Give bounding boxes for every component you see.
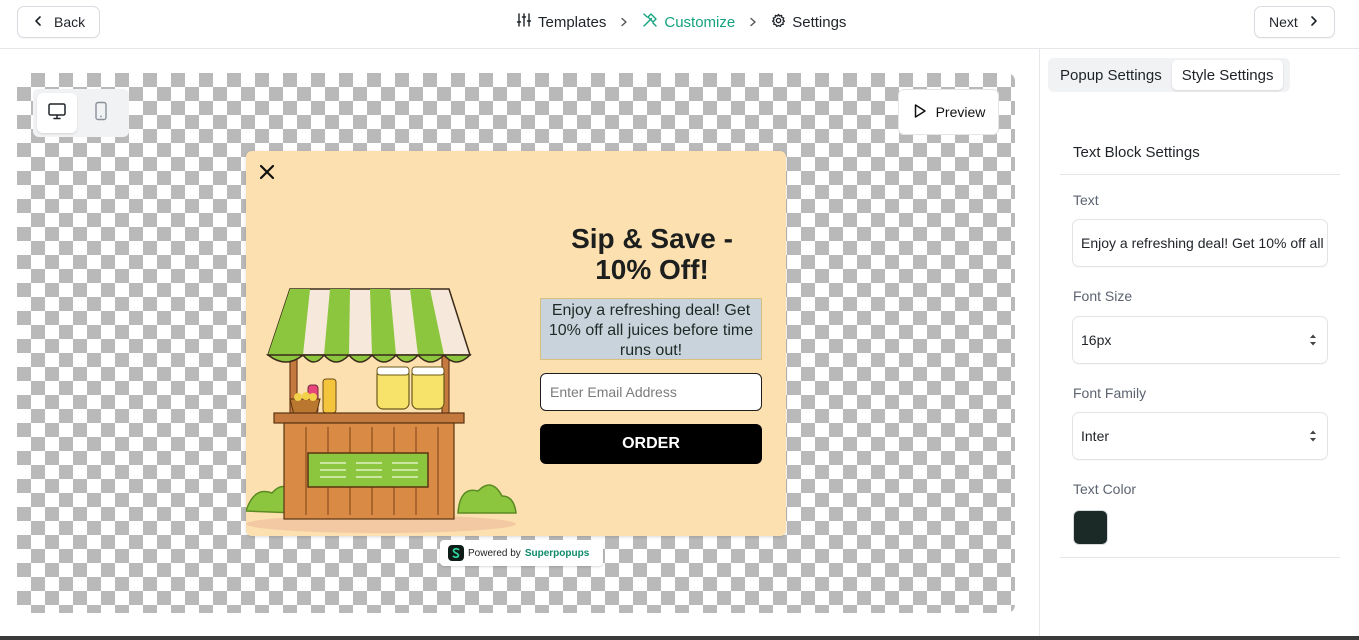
divider [1060,174,1340,175]
step-templates[interactable]: Templates [516,12,606,32]
step-customize[interactable]: Customize [642,12,735,32]
superpopups-logo-icon [448,545,464,561]
font-size-label: Font Size [1073,288,1133,304]
section-title: Text Block Settings [1073,144,1200,161]
tab-popup-settings[interactable]: Popup Settings [1050,60,1172,90]
juice-stand-illustration [246,288,517,533]
breadcrumb: Templates Customize Settings [516,0,846,44]
popup-text-block[interactable]: Enjoy a refreshing deal! Get 10% off all… [540,298,762,360]
editor-canvas: Preview Sip & Save - 10% Off! Enjoy a re… [17,73,1015,613]
settings-panel: Popup Settings Style Settings Text Block… [1039,49,1359,640]
bottom-strip [0,636,1359,640]
select-arrows-icon [1309,333,1317,350]
font-size-select[interactable]: 16px [1072,316,1328,364]
mobile-view-button[interactable] [81,93,121,133]
popup-title[interactable]: Sip & Save - 10% Off! [540,223,764,285]
back-label: Back [54,14,86,30]
monitor-icon [47,101,67,126]
powered-by-label: Powered by [468,547,521,559]
desktop-view-button[interactable] [37,93,77,133]
top-bar: Back Templates Customize Settings Next [0,0,1359,49]
step-settings[interactable]: Settings [771,13,846,32]
back-button[interactable]: Back [17,6,100,38]
step-customize-label: Customize [664,13,736,31]
gear-icon [771,13,786,32]
text-color-swatch[interactable] [1073,510,1108,545]
preview-button[interactable]: Preview [898,89,999,135]
font-family-label: Font Family [1073,385,1147,401]
step-templates-label: Templates [538,13,607,31]
font-size-value: 16px [1081,332,1112,348]
powered-by-badge[interactable]: Powered by Superpopups [440,540,603,566]
close-icon[interactable] [256,161,278,183]
divider [1060,557,1340,558]
text-input[interactable]: Enjoy a refreshing deal! Get 10% off all… [1072,219,1328,267]
smartphone-icon [92,101,110,126]
next-button[interactable]: Next [1254,6,1335,38]
text-label: Text [1073,192,1099,208]
settings-tabs: Popup Settings Style Settings [1048,58,1290,92]
font-family-select[interactable]: Inter [1072,412,1328,460]
palette-icon [642,12,658,32]
powered-brand-label: Superpopups [524,547,590,559]
text-color-label: Text Color [1073,481,1137,497]
play-icon [912,103,928,122]
popup-preview[interactable]: Sip & Save - 10% Off! Enjoy a refreshing… [246,151,786,536]
chevron-right-icon [748,17,758,27]
font-family-value: Inter [1081,428,1110,444]
select-arrows-icon [1309,429,1317,446]
chevron-left-icon [32,14,44,30]
email-input[interactable] [540,373,762,411]
sliders-icon [516,12,532,32]
preview-label: Preview [935,104,986,120]
order-button[interactable]: ORDER [540,424,762,464]
tab-style-settings[interactable]: Style Settings [1171,60,1284,90]
chevron-right-icon [1308,14,1320,30]
next-label: Next [1269,14,1298,30]
chevron-right-icon [619,17,629,27]
step-settings-label: Settings [792,13,847,31]
device-toggle [33,89,129,137]
